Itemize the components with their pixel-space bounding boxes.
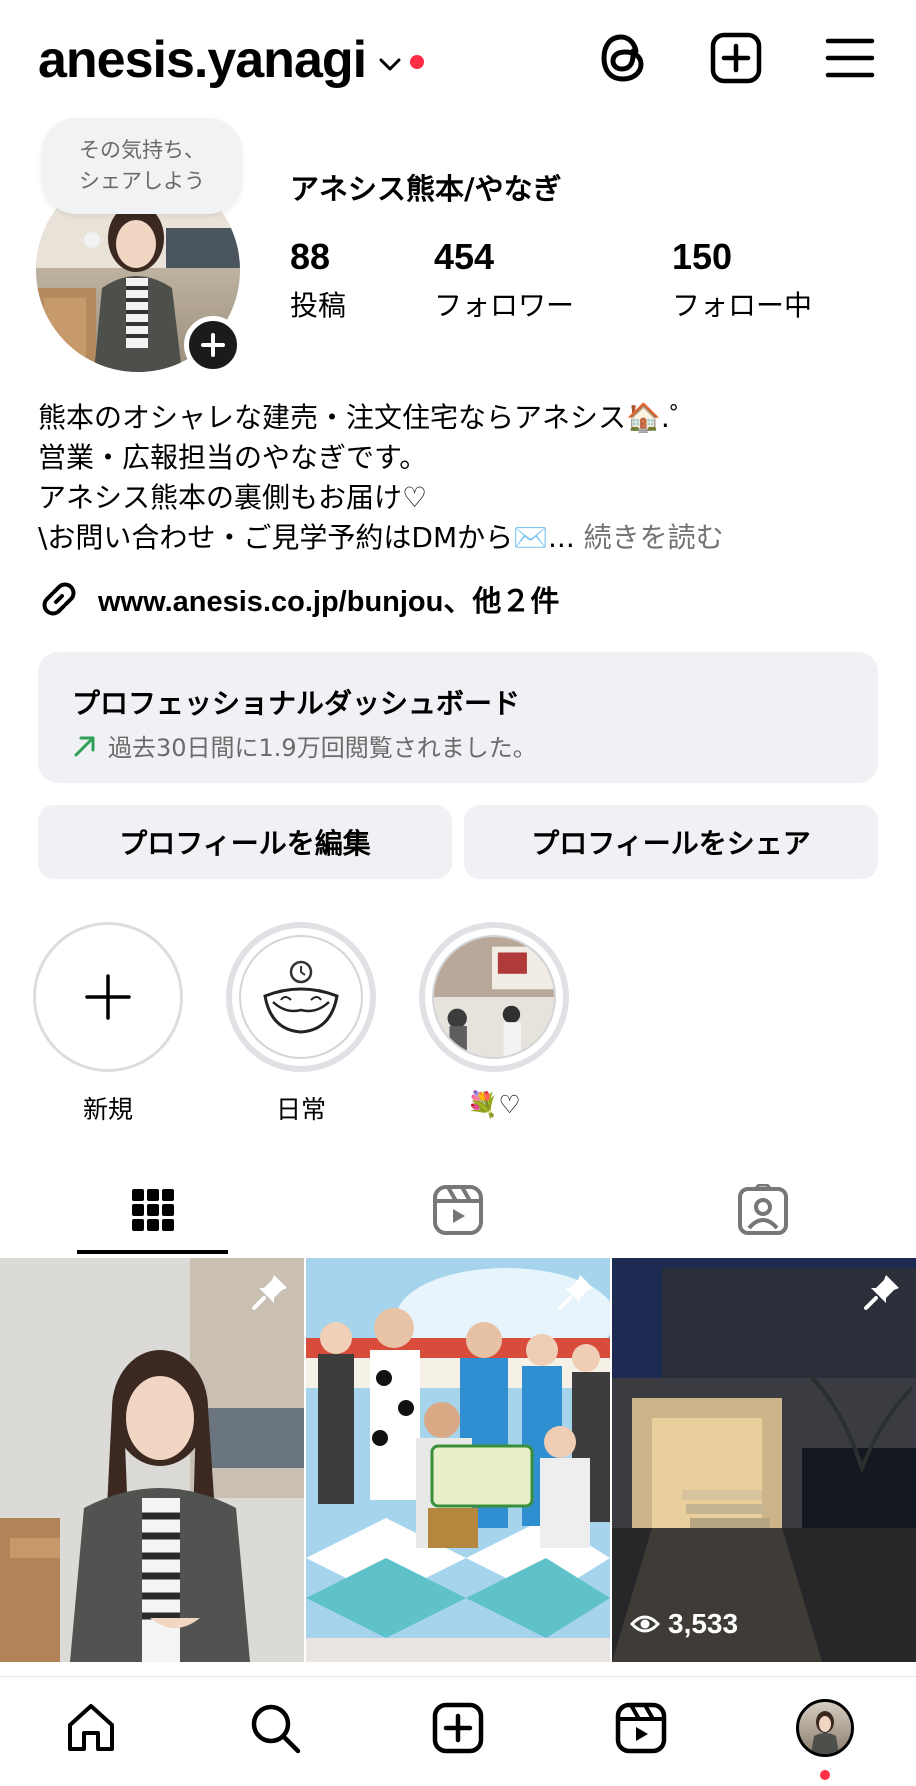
post-image	[0, 1258, 304, 1662]
reels-icon	[615, 1702, 667, 1754]
tagged-icon	[737, 1184, 788, 1235]
profile-header: anesis.yanagi	[0, 0, 916, 120]
professional-dashboard[interactable]: プロフェッショナルダッシュボード 過去30日間に1.9万回閲覧されました。	[38, 652, 878, 783]
account-switcher[interactable]: anesis.yanagi	[38, 30, 425, 90]
highlight-label: 💐♡	[467, 1090, 521, 1119]
menu-icon[interactable]	[822, 30, 878, 86]
pin-icon	[252, 1275, 287, 1310]
bio: 熊本のオシャレな建売・注文住宅ならアネシス🏠.゜ 営業・広報担当のやなぎです。 …	[38, 398, 724, 558]
post-tile[interactable]	[0, 1258, 304, 1662]
share-profile-button[interactable]: プロフィールをシェア	[464, 805, 878, 879]
username: anesis.yanagi	[38, 31, 367, 89]
post-image	[306, 1258, 610, 1662]
profile-notification-dot	[820, 1770, 830, 1780]
nav-profile[interactable]	[794, 1697, 856, 1759]
highlight-flowers[interactable]: 💐♡	[419, 922, 569, 1120]
highlight-new-ring	[33, 922, 183, 1072]
edit-profile-button[interactable]: プロフィールを編集	[38, 805, 452, 879]
notification-dot	[410, 55, 425, 69]
add-story-icon[interactable]	[184, 316, 242, 374]
tab-tagged[interactable]	[610, 1172, 915, 1248]
bio-line: アネシス熊本の裏側もお届け♡	[38, 481, 428, 514]
bio-line: 営業・広報担当のやなぎです。	[38, 441, 428, 474]
highlight-label: 日常	[275, 1095, 326, 1124]
highlight-daily-ring	[226, 922, 376, 1072]
note-bubble-text: その気持ち、 シェアしよう	[79, 138, 205, 193]
post-tile[interactable]: 3,533	[612, 1258, 916, 1662]
post-image	[612, 1258, 916, 1662]
highlight-label: 新規	[82, 1095, 133, 1124]
highlight-new[interactable]: 新規	[33, 922, 183, 1126]
post-tile[interactable]	[306, 1258, 610, 1662]
tab-grid[interactable]	[0, 1172, 305, 1248]
bottom-navigation	[0, 1676, 916, 1786]
dashboard-subtitle-row: 過去30日間に1.9万回閲覧されました。	[72, 728, 537, 763]
link-icon	[42, 582, 76, 616]
profile-avatar-icon	[796, 1699, 854, 1757]
tab-reels[interactable]	[305, 1172, 610, 1248]
display-name: アネシス熊本/やなぎ	[290, 172, 562, 206]
pin-icon	[864, 1275, 899, 1310]
chevron-down-icon	[379, 58, 401, 71]
bio-link[interactable]: www.anesis.co.jp/bunjou、他２件	[38, 578, 559, 620]
bowl-clock-icon	[263, 960, 339, 1034]
plus-icon	[85, 974, 131, 1020]
search-icon	[251, 1704, 301, 1754]
nav-home[interactable]	[60, 1697, 122, 1759]
highlight-daily[interactable]: 日常	[226, 922, 376, 1126]
active-tab-indicator	[77, 1250, 228, 1254]
view-count-text: 3,533	[668, 1608, 739, 1639]
highlight-daily-cover	[239, 935, 363, 1059]
grid-icon	[131, 1189, 174, 1231]
followers-count: 454	[434, 236, 495, 277]
following-count: 150	[672, 236, 733, 277]
note-bubble[interactable]: その気持ち、 シェアしよう	[42, 118, 242, 214]
followers-label: フォロワー	[434, 289, 575, 322]
posts-stat[interactable]: 88 投稿	[290, 236, 346, 324]
nav-reels[interactable]	[610, 1697, 672, 1759]
create-post-icon[interactable]	[708, 30, 764, 86]
reels-icon	[432, 1185, 483, 1235]
dashboard-subtitle: 過去30日間に1.9万回閲覧されました。	[108, 734, 537, 762]
note-bubble-tail	[84, 232, 100, 248]
followers-stat[interactable]: 454 フォロワー	[434, 236, 574, 324]
nav-create[interactable]	[427, 1697, 489, 1759]
following-label: フォロー中	[672, 289, 813, 322]
eye-icon	[630, 1615, 660, 1633]
bio-line: \お問い合わせ・ご見学予約はDMから✉️...	[38, 521, 575, 554]
following-stat[interactable]: 150 フォロー中	[672, 236, 812, 324]
highlight-flowers-ring	[419, 922, 569, 1072]
threads-icon[interactable]	[596, 30, 652, 86]
read-more-link[interactable]: 続きを読む	[575, 521, 724, 554]
dashboard-title: プロフェッショナルダッシュボード	[72, 687, 521, 720]
trend-up-icon	[74, 736, 95, 756]
bio-link-text: www.anesis.co.jp/bunjou、他２件	[98, 586, 560, 618]
posts-label: 投稿	[290, 289, 347, 322]
highlight-flowers-cover	[432, 935, 556, 1059]
create-icon	[432, 1702, 484, 1754]
nav-search[interactable]	[244, 1697, 306, 1759]
home-icon	[68, 1704, 114, 1751]
bio-line: 熊本のオシャレな建売・注文住宅ならアネシス🏠.゜	[38, 401, 698, 434]
bio-line-last: \お問い合わせ・ご見学予約はDMから✉️... 続きを読む	[38, 518, 724, 558]
view-count: 3,533	[630, 1608, 738, 1640]
posts-count: 88	[290, 236, 331, 277]
pin-icon	[558, 1275, 593, 1310]
